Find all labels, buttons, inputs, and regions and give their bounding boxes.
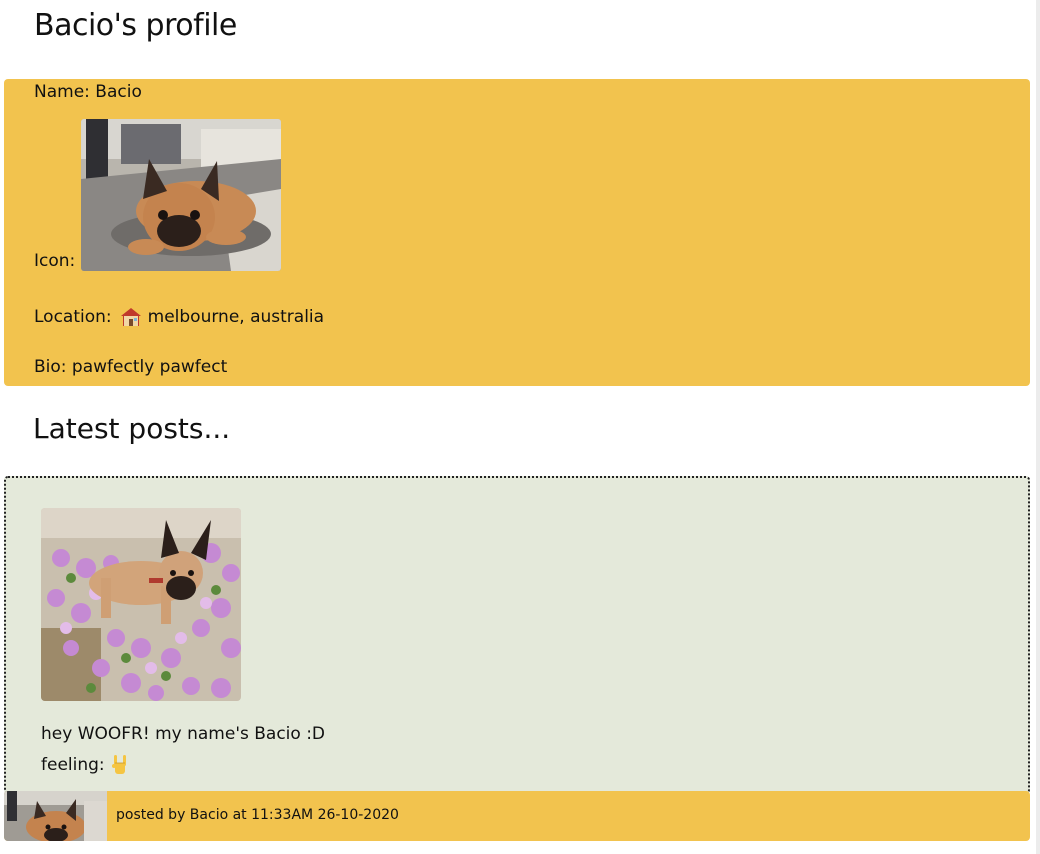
profile-icon-row: Icon:: [34, 119, 282, 271]
profile-bio-row: Bio: pawfectly pawfect: [34, 357, 227, 377]
profile-location-row: Location: melbourne, australia: [34, 307, 324, 327]
post-card: hey WOOFR! my name's Bacio :D feeling:: [4, 476, 1030, 794]
location-label: Location:: [34, 307, 112, 327]
profile-icon-image: [81, 119, 282, 271]
name-value: Bacio: [95, 82, 142, 102]
post-text: hey WOOFR! my name's Bacio :D: [41, 724, 326, 744]
rock-on-hand-icon: [111, 755, 126, 774]
profile-card: Name: Bacio Icon: Location: melbourne, a…: [4, 79, 1030, 386]
bio-value: pawfectly pawfect: [71, 357, 228, 377]
location-value: melbourne, australia: [147, 307, 325, 327]
page-title: Bacio's profile: [34, 8, 237, 43]
house-icon: [120, 308, 141, 326]
post-footer: posted by Bacio at 11:33AM 26-10-2020: [4, 791, 1030, 841]
scrollbar[interactable]: [1036, 0, 1040, 854]
bio-label: Bio:: [34, 357, 67, 377]
icon-label: Icon:: [34, 251, 76, 271]
post-image: [41, 508, 241, 701]
name-label: Name:: [34, 82, 90, 102]
author-avatar[interactable]: [4, 791, 107, 841]
post-meta: posted by Bacio at 11:33AM 26-10-2020: [116, 807, 399, 823]
feeling-label: feeling:: [41, 755, 105, 775]
latest-posts-title: Latest posts...: [33, 412, 231, 445]
post-feeling: feeling:: [41, 754, 129, 776]
profile-name-row: Name: Bacio: [34, 82, 142, 102]
